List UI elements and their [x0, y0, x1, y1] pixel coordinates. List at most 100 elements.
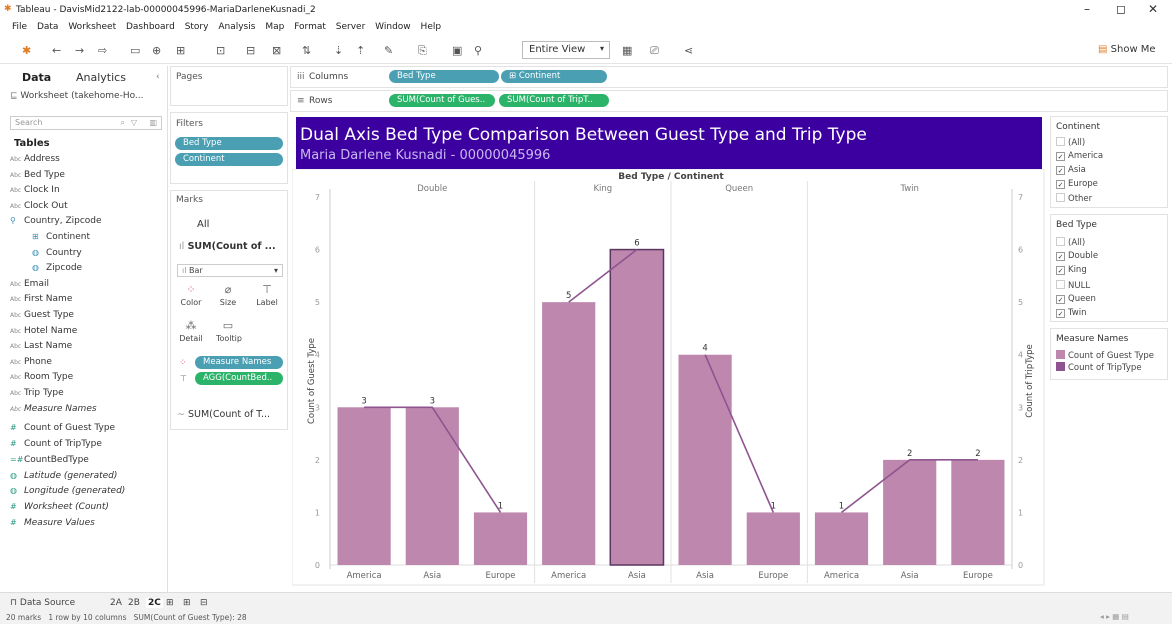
- field-item[interactable]: Abc Measure Names: [10, 404, 97, 414]
- menu-analysis[interactable]: Analysis: [218, 22, 255, 32]
- field-search-input[interactable]: Search ⌕ ▽ ▥: [10, 116, 162, 130]
- show-cards-icon[interactable]: ▦: [622, 44, 632, 57]
- dual-axis-chart[interactable]: Bed Type / Continent 0 0 1 1 2 2 3 3 4 4 5 5 6 6 7 7 Coun…: [292, 169, 1046, 587]
- collapse-pane-icon[interactable]: ‹: [156, 72, 160, 82]
- field-item[interactable]: Abc Guest Type: [10, 310, 74, 320]
- sort-ascending-icon[interactable]: ⇣: [334, 44, 343, 57]
- menu-dashboard[interactable]: Dashboard: [126, 22, 175, 32]
- field-item[interactable]: ⚲ Country, Zipcode: [10, 216, 102, 226]
- field-item[interactable]: Abc Trip Type: [10, 388, 64, 398]
- show-me-button[interactable]: ▤ Show Me: [1098, 44, 1156, 55]
- tab-analytics[interactable]: Analytics: [76, 71, 126, 84]
- sheet-tab-2a[interactable]: 2A: [110, 598, 122, 608]
- field-item[interactable]: Abc First Name: [10, 294, 72, 304]
- rows-pill-count-triptype[interactable]: SUM(Count of TripT..: [499, 94, 609, 107]
- fit-dropdown[interactable]: Entire View ▾: [522, 41, 610, 59]
- field-item[interactable]: Abc Phone: [10, 357, 52, 367]
- filter-option[interactable]: ✓ Asia: [1056, 165, 1086, 175]
- menu-data[interactable]: Data: [37, 22, 59, 32]
- sheet-tab-2c[interactable]: 2C: [146, 598, 163, 608]
- data-source-tab[interactable]: ⊓ Data Source: [10, 598, 75, 608]
- filter-option[interactable]: Other: [1056, 193, 1092, 204]
- menu-story[interactable]: Story: [185, 22, 209, 32]
- close-icon[interactable]: ✕: [1148, 2, 1158, 16]
- measure-item[interactable]: # Worksheet (Count): [10, 502, 109, 512]
- color-button[interactable]: ⁘ Color: [179, 283, 203, 313]
- measure-item[interactable]: # Measure Values: [10, 518, 95, 528]
- columns-shelf[interactable]: iii Columns Bed Type ⊞ Continent: [290, 66, 1168, 88]
- group-icon[interactable]: ⎘: [418, 44, 427, 58]
- tab-data[interactable]: Data: [22, 71, 51, 84]
- legend-item[interactable]: Count of Guest Type: [1056, 350, 1154, 361]
- filter-option[interactable]: ✓ Europe: [1056, 179, 1098, 189]
- measure-item[interactable]: =#CountBedType: [10, 455, 89, 465]
- swap-rows-columns-icon[interactable]: ⇅: [302, 44, 311, 57]
- clear-sheet-icon[interactable]: ⊠: [272, 44, 281, 57]
- maximize-icon[interactable]: ◻: [1116, 2, 1126, 16]
- field-item[interactable]: Abc Clock In: [10, 185, 60, 195]
- rows-pill-count-guest-type[interactable]: SUM(Count of Gues..: [389, 94, 495, 107]
- new-story-tab-icon[interactable]: ⊟: [200, 598, 208, 608]
- save-icon[interactable]: ▭: [130, 44, 140, 57]
- field-item[interactable]: ⊞ Continent: [32, 232, 90, 242]
- redo-icon[interactable]: →: [75, 44, 84, 57]
- field-item[interactable]: ◍ Zipcode: [32, 263, 82, 273]
- new-worksheet-tab-icon[interactable]: ⊞: [166, 598, 174, 608]
- menu-format[interactable]: Format: [294, 22, 326, 32]
- marks-pill-countbedtype[interactable]: AGG(CountBed..: [195, 372, 283, 385]
- sheet-tab-2b[interactable]: 2B: [128, 598, 140, 608]
- field-item[interactable]: Abc Hotel Name: [10, 326, 77, 336]
- pin-icon[interactable]: ⚲: [474, 44, 482, 57]
- filter-pill-continent[interactable]: Continent: [175, 153, 283, 166]
- menu-server[interactable]: Server: [336, 22, 366, 32]
- replay-icon[interactable]: ⇨: [98, 44, 107, 57]
- new-dashboard-tab-icon[interactable]: ⊞: [183, 598, 191, 608]
- filter-option[interactable]: ✓ America: [1056, 151, 1103, 161]
- size-button[interactable]: ⌀ Size: [216, 283, 240, 313]
- field-item[interactable]: Abc Room Type: [10, 372, 73, 382]
- filter-option[interactable]: ✓ Double: [1056, 251, 1098, 262]
- highlight-icon[interactable]: ✎: [384, 44, 393, 57]
- measure-item[interactable]: # Count of TripType: [10, 439, 102, 449]
- field-item[interactable]: Abc Last Name: [10, 341, 72, 351]
- filter-option[interactable]: ✓ Twin: [1056, 308, 1087, 318]
- marks-pill-measure-names[interactable]: Measure Names: [195, 356, 283, 369]
- menu-help[interactable]: Help: [421, 22, 442, 32]
- label-button[interactable]: ⊤ Label: [255, 283, 279, 313]
- field-item[interactable]: Abc Bed Type: [10, 170, 65, 180]
- duplicate-icon[interactable]: ⊡: [216, 44, 225, 57]
- filter-option[interactable]: ✓ Queen: [1056, 294, 1096, 304]
- undo-icon[interactable]: ←: [52, 44, 61, 57]
- new-datasource-icon[interactable]: ⊕: [152, 44, 161, 57]
- rows-shelf[interactable]: ≡ Rows SUM(Count of Gues.. SUM(Count of …: [290, 90, 1168, 112]
- marks-sum-guest[interactable]: ıl SUM(Count of ...: [179, 241, 276, 252]
- minimize-icon[interactable]: –: [1084, 2, 1090, 16]
- columns-pill-bed-type[interactable]: Bed Type: [389, 70, 499, 83]
- field-item[interactable]: ◍ Country: [32, 248, 82, 258]
- presentation-icon[interactable]: ⎚: [650, 44, 659, 58]
- tableau-home-icon[interactable]: ✱: [22, 44, 31, 57]
- field-item[interactable]: Abc Email: [10, 279, 49, 289]
- pages-shelf[interactable]: Pages: [170, 66, 288, 106]
- sort-descending-icon[interactable]: ⇡: [356, 44, 365, 57]
- columns-pill-continent[interactable]: ⊞ Continent: [501, 70, 607, 83]
- marks-all[interactable]: All: [197, 219, 209, 230]
- measure-item[interactable]: ◍ Latitude (generated): [10, 471, 117, 481]
- tooltip-button[interactable]: ▭ Tooltip: [216, 319, 242, 349]
- menu-worksheet[interactable]: Worksheet: [68, 22, 116, 32]
- new-worksheet-icon[interactable]: ⊞: [176, 44, 185, 57]
- field-item[interactable]: Abc Address: [10, 154, 60, 164]
- measure-item[interactable]: ◍ Longitude (generated): [10, 486, 125, 496]
- share-icon[interactable]: ⋖: [684, 44, 693, 57]
- field-item[interactable]: Abc Clock Out: [10, 201, 68, 211]
- labels-icon[interactable]: ▣: [452, 44, 462, 57]
- detail-button[interactable]: ⁂ Detail: [179, 319, 203, 349]
- filter-option[interactable]: NULL: [1056, 279, 1090, 291]
- menu-file[interactable]: File: [12, 22, 27, 32]
- filter-option[interactable]: ✓ King: [1056, 265, 1087, 276]
- legend-item[interactable]: Count of TripType: [1056, 362, 1142, 373]
- filters-shelf[interactable]: Filters Bed Type Continent: [170, 112, 288, 184]
- filter-pill-bed-type[interactable]: Bed Type: [175, 137, 283, 150]
- menu-map[interactable]: Map: [265, 22, 284, 32]
- menu-window[interactable]: Window: [375, 22, 411, 32]
